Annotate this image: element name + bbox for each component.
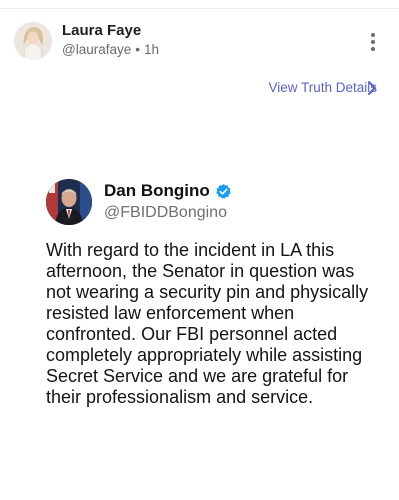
more-vertical-icon-dot [371,47,375,51]
verified-badge-icon [215,183,231,199]
embedded-author-name-text: Dan Bongino [104,181,210,200]
author-name[interactable]: Laura Faye [62,22,141,39]
more-vertical-icon [371,33,375,37]
chevron-right-icon[interactable] [366,80,378,96]
embedded-post-text: With regard to the incident in LA this a… [46,240,369,407]
more-vertical-icon-dot [371,40,375,44]
more-options-button[interactable] [363,30,383,54]
author-avatar-image [14,22,52,60]
view-truth-details-link[interactable]: View Truth Details [268,80,377,95]
post-time: 1h [143,42,160,57]
author-avatar[interactable] [14,22,52,60]
top-divider [0,8,399,9]
author-meta: @laurafaye • 1h [62,42,159,57]
embedded-author-name[interactable]: Dan Bongino [104,181,232,201]
embedded-author-avatar[interactable] [46,179,92,225]
embedded-avatar-image [46,179,92,225]
author-handle[interactable]: @laurafaye [62,42,131,57]
truth-post: Laura Faye @laurafaye • 1h View Truth Deta… [0,0,399,500]
meta-separator: • [135,42,140,57]
embedded-author-handle[interactable]: @FBIDDBongino [104,204,227,222]
